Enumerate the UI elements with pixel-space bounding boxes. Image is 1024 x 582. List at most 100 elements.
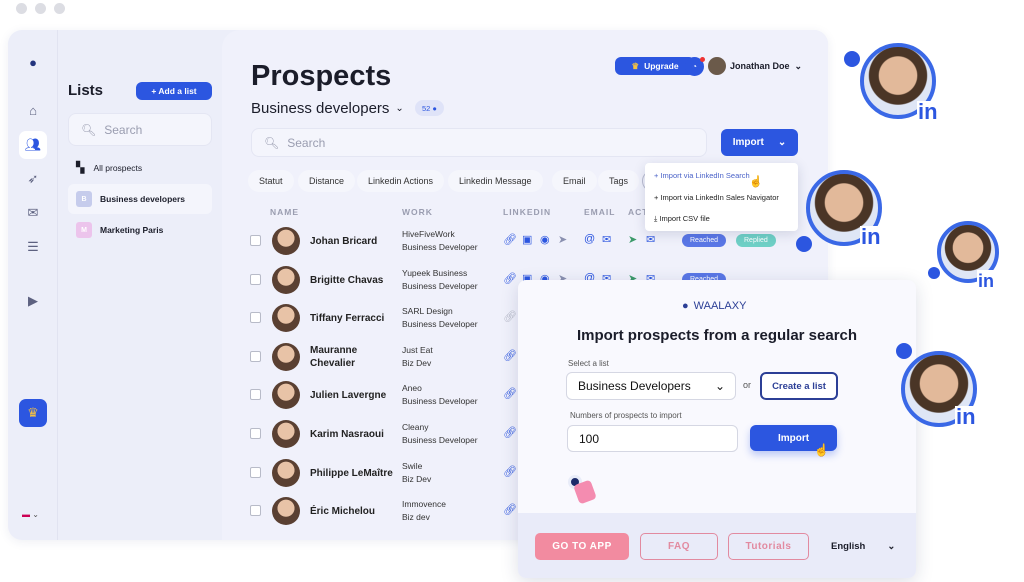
faq-button[interactable]: FAQ	[640, 533, 718, 560]
chevron-down-icon: ⌄	[777, 137, 787, 148]
row-checkbox[interactable]	[250, 312, 261, 324]
menu-item-import-linkedin-search[interactable]: + Import via LinkedIn Search	[654, 171, 750, 180]
logo-icon[interactable]: ●	[20, 49, 46, 75]
row-checkbox[interactable]	[250, 235, 261, 246]
lists-title: Lists	[68, 82, 104, 99]
filter-linkedin-message[interactable]: Linkedin Message	[448, 170, 543, 192]
lists-search-input[interactable]: 🔍︎ Search	[68, 113, 212, 146]
icon-rail: ● ⌂ 👥︎ ➶ ✉ ☰ ▶ ♛ ▬ ⌄	[8, 30, 58, 540]
column-linkedin[interactable]: LINKEDIN	[503, 207, 551, 217]
row-checkbox[interactable]	[250, 273, 261, 285]
send-icon: ➤	[558, 234, 568, 246]
list-item-label: All prospects	[93, 162, 143, 173]
window-dot	[16, 3, 27, 14]
waalaxy-logo: ● WAALAXY	[682, 300, 746, 312]
list-item-marketing-paris[interactable]: M Marketing Paris	[76, 222, 163, 238]
column-email[interactable]: EMAIL	[584, 207, 615, 217]
column-work[interactable]: WORK	[402, 207, 433, 217]
prospect-work: Aneo Business Developer	[402, 382, 478, 408]
user-avatar[interactable]	[708, 57, 726, 75]
prospect-name[interactable]: Éric Michelou	[310, 505, 410, 518]
envelope-icon: ✉	[602, 234, 612, 246]
message-icon: ▣	[522, 234, 533, 246]
linkedin-link-icon[interactable]: 🔗︎	[503, 503, 517, 516]
user-name: Jonathan Doe	[730, 61, 790, 71]
avatar	[272, 381, 300, 410]
list-badge: B	[76, 191, 92, 207]
list-select[interactable]: Business Developers ⌄	[566, 372, 736, 400]
row-checkbox[interactable]	[250, 505, 261, 517]
menu-item-import-sales-navigator[interactable]: + Import via LinkedIn Sales Navigator	[654, 193, 779, 202]
users-icon[interactable]: 👥︎	[19, 131, 47, 159]
prospect-name[interactable]: Johan Bricard	[310, 235, 410, 248]
avatar	[272, 342, 300, 371]
list-badge: M	[76, 222, 92, 238]
list-selector[interactable]: Business developers ⌄	[251, 100, 404, 117]
list-item-all-prospects[interactable]: ▚ All prospects	[76, 161, 142, 174]
prospect-name[interactable]: Brigitte Chavas	[310, 274, 410, 287]
linkedin-link-icon[interactable]: 🔗︎	[503, 465, 517, 478]
go-to-app-button[interactable]: GO TO APP	[535, 533, 629, 560]
linkedin-link-icon[interactable]: 🔗︎	[503, 426, 517, 439]
play-icon[interactable]: ▶	[20, 288, 46, 314]
column-name[interactable]: NAME	[270, 207, 299, 217]
linkedin-link-icon[interactable]: 🔗︎	[503, 349, 517, 362]
prospect-name[interactable]: Philippe LeMaître	[310, 467, 410, 480]
prospect-work: Yupeek Business Business Developer	[402, 267, 478, 293]
tutorials-button[interactable]: Tutorials	[728, 533, 809, 560]
filter-tags[interactable]: Tags	[598, 170, 640, 192]
prospect-name[interactable]: Mauranne Chevalier	[310, 344, 380, 370]
add-list-button[interactable]: + Add a list	[136, 82, 212, 100]
linkedin-link-icon[interactable]: 🔗︎	[503, 310, 517, 323]
flag-icon[interactable]: ▬ ⌄	[22, 510, 39, 519]
linkedin-link-icon[interactable]: 🔗︎	[503, 387, 517, 400]
cursor-hand-icon: ☝	[749, 176, 763, 188]
filter-distance[interactable]: Distance	[298, 170, 356, 192]
count-badge: 52 ●	[415, 100, 444, 116]
row-checkbox[interactable]	[250, 466, 261, 478]
menu-item-import-csv[interactable]: ⤓ Import CSV file	[654, 214, 710, 224]
row-checkbox[interactable]	[250, 350, 261, 362]
create-list-button[interactable]: Create a list	[760, 372, 838, 400]
prospect-count-input[interactable]: 100	[567, 425, 738, 452]
chevron-down-icon: ⌄	[395, 103, 404, 114]
list-icon[interactable]: ☰	[20, 234, 46, 260]
page-title: Prospects	[251, 60, 392, 92]
linkedin-link-icon[interactable]: 🔗︎	[503, 233, 517, 246]
filter-linkedin-actions[interactable]: Linkedin Actions	[357, 170, 445, 192]
list-item-business-developers[interactable]: B Business developers	[68, 184, 212, 214]
row-checkbox[interactable]	[250, 428, 261, 439]
prospect-name[interactable]: Tiffany Ferracci	[310, 312, 410, 325]
prospect-name[interactable]: Karim Nasraoui	[310, 428, 410, 441]
decor-dot	[896, 343, 912, 359]
brand-name: WAALAXY	[693, 300, 747, 312]
notification-dot	[700, 57, 705, 62]
rocket-icon[interactable]: ➶	[20, 166, 46, 192]
prospect-count-label: Numbers of prospects to import	[570, 411, 682, 420]
decor-dot	[796, 236, 812, 252]
job-title: Business Developer	[402, 319, 478, 330]
window-dot	[35, 3, 46, 14]
mail-icon[interactable]: ✉	[20, 200, 46, 226]
import-dropdown-button[interactable]: Import ⌄	[721, 129, 798, 156]
upgrade-button[interactable]: ♛ Upgrade	[615, 57, 695, 75]
linkedin-link-icon[interactable]: 🔗︎	[503, 272, 517, 285]
modal-footer: GO TO APP FAQ Tutorials English ⌄	[518, 513, 916, 578]
user-menu[interactable]: Jonathan Doe ⌄	[730, 61, 802, 72]
filter-email[interactable]: Email	[552, 170, 597, 192]
language-select[interactable]: English ⌄	[831, 541, 895, 552]
home-icon[interactable]: ⌂	[20, 97, 46, 123]
job-title: Biz Dev	[402, 473, 432, 484]
search-placeholder: Search	[104, 122, 143, 137]
prospects-search-input[interactable]: 🔍︎ Search	[251, 128, 707, 157]
import-label: Import	[732, 137, 764, 148]
row-checkbox[interactable]	[250, 389, 261, 401]
company: Swile	[402, 460, 423, 471]
list-item-label: Marketing Paris	[100, 225, 164, 235]
filter-statut[interactable]: Statut	[248, 170, 294, 192]
crown-icon[interactable]: ♛	[19, 399, 47, 427]
prospect-work: Cleany Business Developer	[402, 421, 478, 447]
chevron-down-icon: ⌄	[887, 541, 896, 552]
prospect-name[interactable]: Julien Lavergne	[310, 389, 410, 402]
chevron-down-icon: ⌄	[714, 379, 725, 393]
